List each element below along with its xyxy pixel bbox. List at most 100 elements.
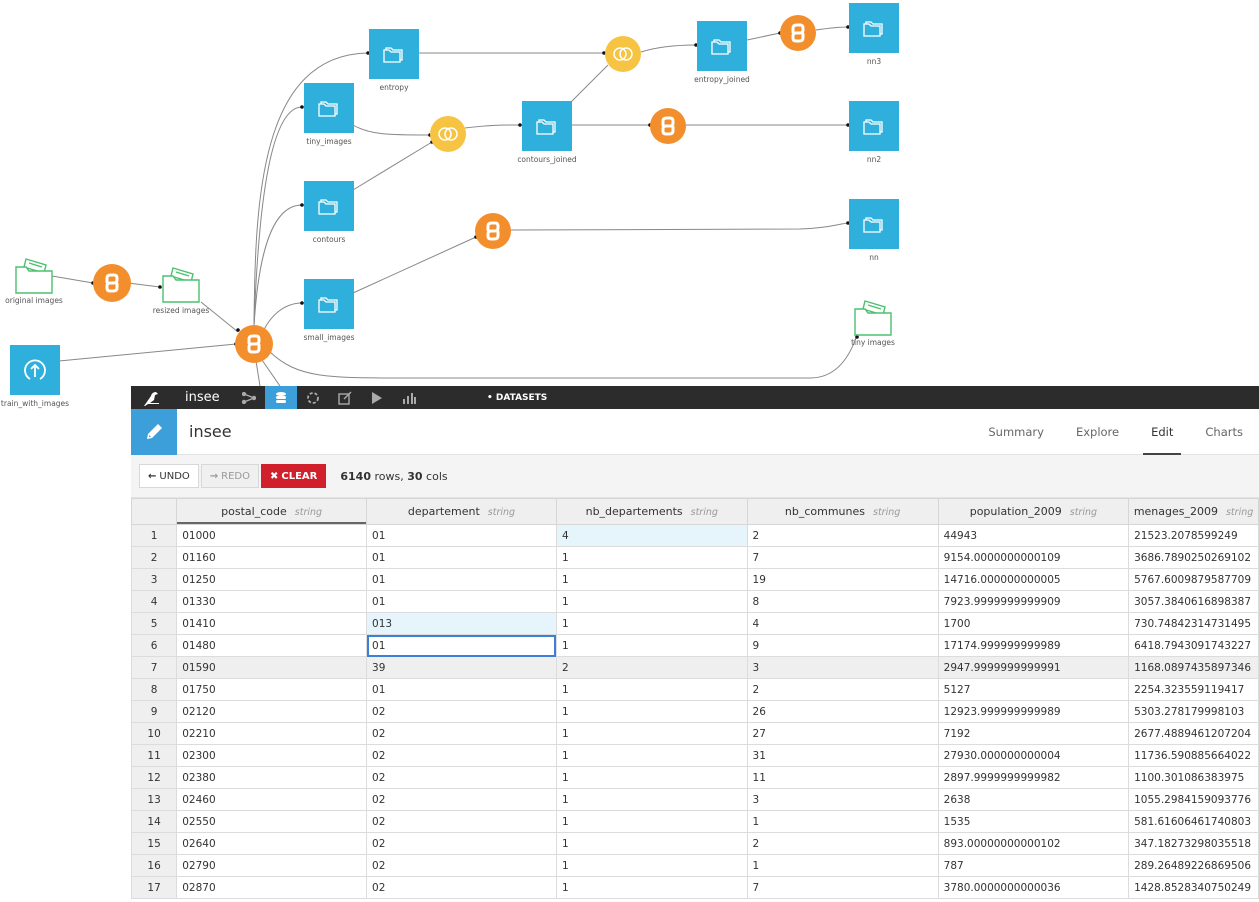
cell[interactable]: 893.00000000000102 xyxy=(937,832,1130,855)
tab-edit[interactable]: Edit xyxy=(1135,409,1189,455)
cell[interactable]: 02300 xyxy=(176,744,368,767)
cell[interactable]: 01 xyxy=(366,524,557,547)
cell[interactable]: 02 xyxy=(366,832,557,855)
table-row[interactable]: 4 01330 01 1 8 7923.9999999999909 3057.3840616… xyxy=(130,590,1259,613)
cell[interactable]: 02870 xyxy=(176,876,368,899)
table-row[interactable]: 16 02790 02 1 1 787 289.26489226869506 xyxy=(130,854,1259,877)
cell[interactable]: 013 xyxy=(366,612,557,635)
redo-button[interactable]: → REDO xyxy=(200,464,259,488)
cell[interactable]: 02460 xyxy=(176,788,368,811)
fill-handle[interactable] xyxy=(553,654,556,656)
cell[interactable]: 1 xyxy=(555,612,748,635)
row-index[interactable]: 6 xyxy=(130,634,178,657)
flow-icon[interactable] xyxy=(233,386,265,409)
cell[interactable]: 3686.7890250269102 xyxy=(1128,546,1259,569)
cell[interactable]: 01160 xyxy=(176,546,368,569)
cell[interactable]: 01250 xyxy=(176,568,368,591)
section-breadcrumb[interactable]: • DATASETS xyxy=(487,393,547,403)
cell[interactable]: 1 xyxy=(555,854,748,877)
row-index[interactable]: 12 xyxy=(130,766,178,789)
cell[interactable]: 1 xyxy=(555,700,748,723)
cell[interactable]: 27930.000000000004 xyxy=(937,744,1130,767)
cell[interactable]: 289.26489226869506 xyxy=(1128,854,1259,877)
table-row[interactable]: 1 01000 01 4 2 44943 21523.2078599249 xyxy=(130,524,1259,547)
table-row[interactable]: 14 02550 02 1 1 1535 581.61606461740803 xyxy=(130,810,1259,833)
table-row[interactable]: 17 02870 02 1 7 3780.0000000000036 1428.852834… xyxy=(130,876,1259,899)
column-header-population-2009[interactable]: population_2009 string xyxy=(937,498,1130,525)
cell[interactable]: 1 xyxy=(555,810,748,833)
cell[interactable]: 01000 xyxy=(176,524,368,547)
cell[interactable]: 19 xyxy=(746,568,939,591)
cell[interactable]: 02210 xyxy=(176,722,368,745)
cell[interactable]: 2897.9999999999982 xyxy=(937,766,1130,789)
cell[interactable]: 02550 xyxy=(176,810,368,833)
cell[interactable]: 31 xyxy=(746,744,939,767)
column-header-departement[interactable]: departement string xyxy=(366,498,557,525)
table-row[interactable]: 8 01750 01 1 2 5127 2254.323559119417 xyxy=(130,678,1259,701)
cell[interactable]: 730.74842314731495 xyxy=(1128,612,1259,635)
row-index[interactable]: 3 xyxy=(130,568,178,591)
table-row[interactable]: 2 01160 01 1 7 9154.0000000000109 3686.7890250… xyxy=(130,546,1259,569)
undo-button[interactable]: ← UNDO xyxy=(139,464,199,488)
row-index[interactable]: 16 xyxy=(130,854,178,877)
cell[interactable]: 01410 xyxy=(176,612,368,635)
table-row[interactable]: 3 01250 01 1 19 14716.000000000005 5767.600987… xyxy=(130,568,1259,591)
cell[interactable]: 5767.6009879587709 xyxy=(1128,568,1259,591)
cell[interactable]: 01 xyxy=(366,546,557,569)
cell[interactable]: 7192 xyxy=(937,722,1130,745)
jobs-icon[interactable] xyxy=(361,386,393,409)
cell[interactable]: 2254.323559119417 xyxy=(1128,678,1259,701)
cell[interactable]: 7923.9999999999909 xyxy=(937,590,1130,613)
cell[interactable]: 2638 xyxy=(937,788,1130,811)
cell[interactable]: 02120 xyxy=(176,700,368,723)
recipes-icon[interactable] xyxy=(297,386,329,409)
cell[interactable]: 01590 xyxy=(176,656,368,679)
cell[interactable]: 01480 xyxy=(176,634,368,657)
table-row[interactable]: 7 01590 39 2 3 2947.9999999999991 1168.0897435… xyxy=(130,656,1259,679)
cell[interactable]: 1700 xyxy=(937,612,1130,635)
cell[interactable]: 01 xyxy=(366,678,557,701)
cell[interactable]: 26 xyxy=(746,700,939,723)
cell[interactable]: 1 xyxy=(555,546,748,569)
cell[interactable]: 1 xyxy=(746,854,939,877)
data-grid[interactable]: postal_code string departement string nb_dep… xyxy=(130,498,1259,899)
cell[interactable]: 01750 xyxy=(176,678,368,701)
cell[interactable]: 3057.3840616898387 xyxy=(1128,590,1259,613)
cell[interactable]: 8 xyxy=(746,590,939,613)
row-index[interactable]: 15 xyxy=(130,832,178,855)
cell[interactable]: 02 xyxy=(366,810,557,833)
table-row[interactable]: 5 01410 013 1 4 1700 730.74842314731495 xyxy=(130,612,1259,635)
cell[interactable]: 2 xyxy=(746,524,939,547)
cell[interactable]: 02640 xyxy=(176,832,368,855)
cell[interactable]: 12923.999999999989 xyxy=(937,700,1130,723)
table-row[interactable]: 10 02210 02 1 27 7192 2677.4889461207204 xyxy=(130,722,1259,745)
cell[interactable]: 1 xyxy=(555,766,748,789)
cell[interactable]: 3 xyxy=(746,788,939,811)
notebooks-icon[interactable] xyxy=(329,386,361,409)
cell[interactable]: 1055.2984159093776 xyxy=(1128,788,1259,811)
cell[interactable]: 01 xyxy=(366,568,557,591)
cell[interactable]: 3 xyxy=(746,656,939,679)
cell[interactable]: 1 xyxy=(555,634,748,657)
cell[interactable]: 1535 xyxy=(937,810,1130,833)
table-row[interactable]: 15 02640 02 1 2 893.00000000000102 347.1827329… xyxy=(130,832,1259,855)
tab-explore[interactable]: Explore xyxy=(1060,409,1135,455)
cell[interactable]: 21523.2078599249 xyxy=(1128,524,1259,547)
project-name[interactable]: insee xyxy=(171,390,233,405)
row-index[interactable]: 17 xyxy=(130,876,178,899)
cell[interactable]: 02 xyxy=(366,700,557,723)
corner-cell[interactable] xyxy=(130,498,178,525)
column-header-postal-code[interactable]: postal_code string xyxy=(176,498,368,525)
table-row[interactable]: 9 02120 02 1 26 12923.999999999989 5303.278179… xyxy=(130,700,1259,723)
tab-summary[interactable]: Summary xyxy=(972,409,1060,455)
cell[interactable]: 02 xyxy=(366,876,557,899)
table-row[interactable]: 13 02460 02 1 3 2638 1055.2984159093776 xyxy=(130,788,1259,811)
cell[interactable]: 2 xyxy=(555,656,748,679)
column-header-menages-2009[interactable]: menages_2009 string xyxy=(1128,498,1259,525)
row-index[interactable]: 1 xyxy=(130,524,178,547)
cell[interactable]: 2677.4889461207204 xyxy=(1128,722,1259,745)
cell[interactable]: 1168.0897435897346 xyxy=(1128,656,1259,679)
cell[interactable]: 14716.000000000005 xyxy=(937,568,1130,591)
cell[interactable]: 1 xyxy=(555,722,748,745)
tab-charts[interactable]: Charts xyxy=(1189,409,1259,455)
